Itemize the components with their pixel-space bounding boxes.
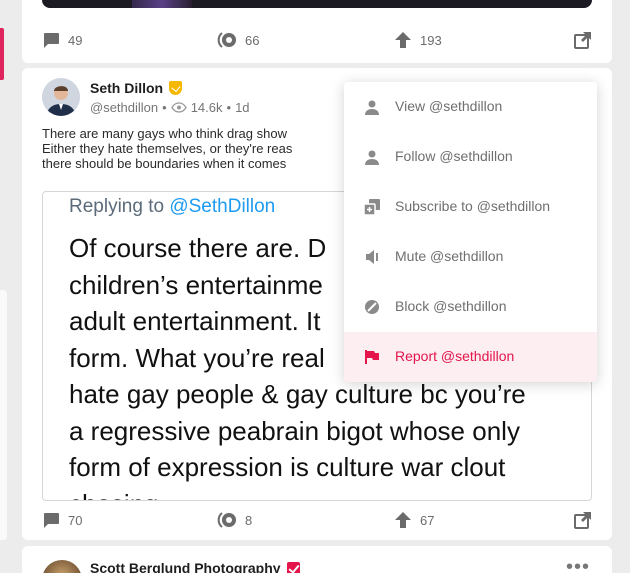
comment-button[interactable]: 70 xyxy=(42,512,82,529)
share-external-icon xyxy=(574,32,591,49)
menu-item-label: Block @sethdillon xyxy=(395,298,507,314)
repost-count: 66 xyxy=(245,32,260,48)
comment-count: 49 xyxy=(68,32,83,48)
comment-button[interactable]: 49 xyxy=(42,32,82,49)
menu-item-label: Subscribe to @sethdillon xyxy=(395,198,551,214)
person-add-icon xyxy=(365,150,379,165)
post-text-line: there should be boundaries when it comes xyxy=(42,156,287,171)
eye-icon xyxy=(170,102,187,113)
menu-item-block[interactable]: Block @sethdillon xyxy=(344,282,597,332)
view-count: 14.6k xyxy=(190,100,223,115)
flag-icon xyxy=(365,350,379,364)
menu-item-view-profile[interactable]: View @sethdillon xyxy=(344,82,597,132)
comment-icon xyxy=(44,32,59,48)
person-icon xyxy=(365,100,379,115)
comment-icon xyxy=(44,512,59,528)
comment-count: 70 xyxy=(68,512,83,528)
post-options-menu: View @sethdillon Follow @sethdillon Subs… xyxy=(344,82,597,382)
meta-separator: • xyxy=(162,100,167,115)
post-actions: 49 66 193 xyxy=(22,25,612,55)
menu-item-subscribe[interactable]: Subscribe to @sethdillon xyxy=(344,182,597,232)
replying-to-handle: @SethDillon xyxy=(169,196,276,217)
post-media[interactable] xyxy=(42,0,592,8)
post-age: 1d xyxy=(235,100,250,115)
post-card-next: Scott Berglund Photography ••• xyxy=(22,546,612,573)
repost-button[interactable]: 8 xyxy=(217,511,252,529)
author-name[interactable]: Scott Berglund Photography xyxy=(90,560,300,573)
post-meta: @sethdillon • 14.6k • 1d xyxy=(90,100,250,115)
post-text-line: There are many gays who think drag show xyxy=(42,126,287,141)
post-card-previous: 49 66 193 xyxy=(22,0,612,63)
replying-to-label: Replying to xyxy=(69,196,165,217)
share-external-icon xyxy=(574,512,591,529)
author-avatar[interactable] xyxy=(42,78,80,116)
author-name-text: Scott Berglund Photography xyxy=(90,560,281,573)
upvote-button[interactable]: 67 xyxy=(394,511,434,529)
feed-page: 49 66 193 Seth Dillon @sethdillon • 14.6… xyxy=(0,0,630,573)
left-panel-edge xyxy=(0,290,7,540)
post-text-line: Either they hate themselves, or they're … xyxy=(42,141,293,156)
avatar-image xyxy=(42,78,80,116)
mute-icon xyxy=(366,250,378,264)
block-icon xyxy=(365,300,379,314)
subscribe-icon xyxy=(364,199,380,215)
menu-item-label: Follow @sethdillon xyxy=(395,148,513,164)
replying-to: Replying to @SethDillon xyxy=(69,196,275,218)
post-text: There are many gays who think drag show … xyxy=(42,126,342,171)
author-name[interactable]: Seth Dillon xyxy=(90,80,183,96)
echo-icon xyxy=(217,512,236,528)
author-avatar[interactable] xyxy=(42,560,82,573)
share-button[interactable] xyxy=(574,31,592,49)
author-handle[interactable]: @sethdillon xyxy=(90,100,158,115)
quote-line: a regressive peabrain bigot whose only xyxy=(69,415,520,446)
menu-item-report[interactable]: Report @sethdillon xyxy=(344,332,597,382)
upvote-count: 67 xyxy=(420,512,435,528)
arrow-up-icon xyxy=(395,512,411,528)
menu-item-label: Mute @sethdillon xyxy=(395,248,504,264)
quote-line: form of expression is culture war clout xyxy=(69,452,506,482)
left-nav-accent xyxy=(0,28,4,80)
repost-count: 8 xyxy=(245,512,253,528)
quote-line: chasing xyxy=(69,486,591,501)
verified-badge-icon xyxy=(286,561,300,573)
arrow-up-icon xyxy=(395,32,411,48)
repost-button[interactable]: 66 xyxy=(217,31,259,49)
verified-shield-icon xyxy=(169,81,183,95)
upvote-button[interactable]: 193 xyxy=(394,31,442,49)
share-button[interactable] xyxy=(574,511,592,529)
author-name-text: Seth Dillon xyxy=(90,80,164,96)
meta-separator-2: • xyxy=(226,100,232,115)
menu-item-label: View @sethdillon xyxy=(395,98,503,114)
menu-item-follow[interactable]: Follow @sethdillon xyxy=(344,132,597,182)
echo-icon xyxy=(217,32,236,48)
menu-item-label: Report @sethdillon xyxy=(395,348,515,364)
more-options-button[interactable]: ••• xyxy=(566,556,590,573)
menu-item-mute[interactable]: Mute @sethdillon xyxy=(344,232,597,282)
post-actions: 70 8 67 xyxy=(22,505,612,535)
upvote-count: 193 xyxy=(420,32,442,48)
